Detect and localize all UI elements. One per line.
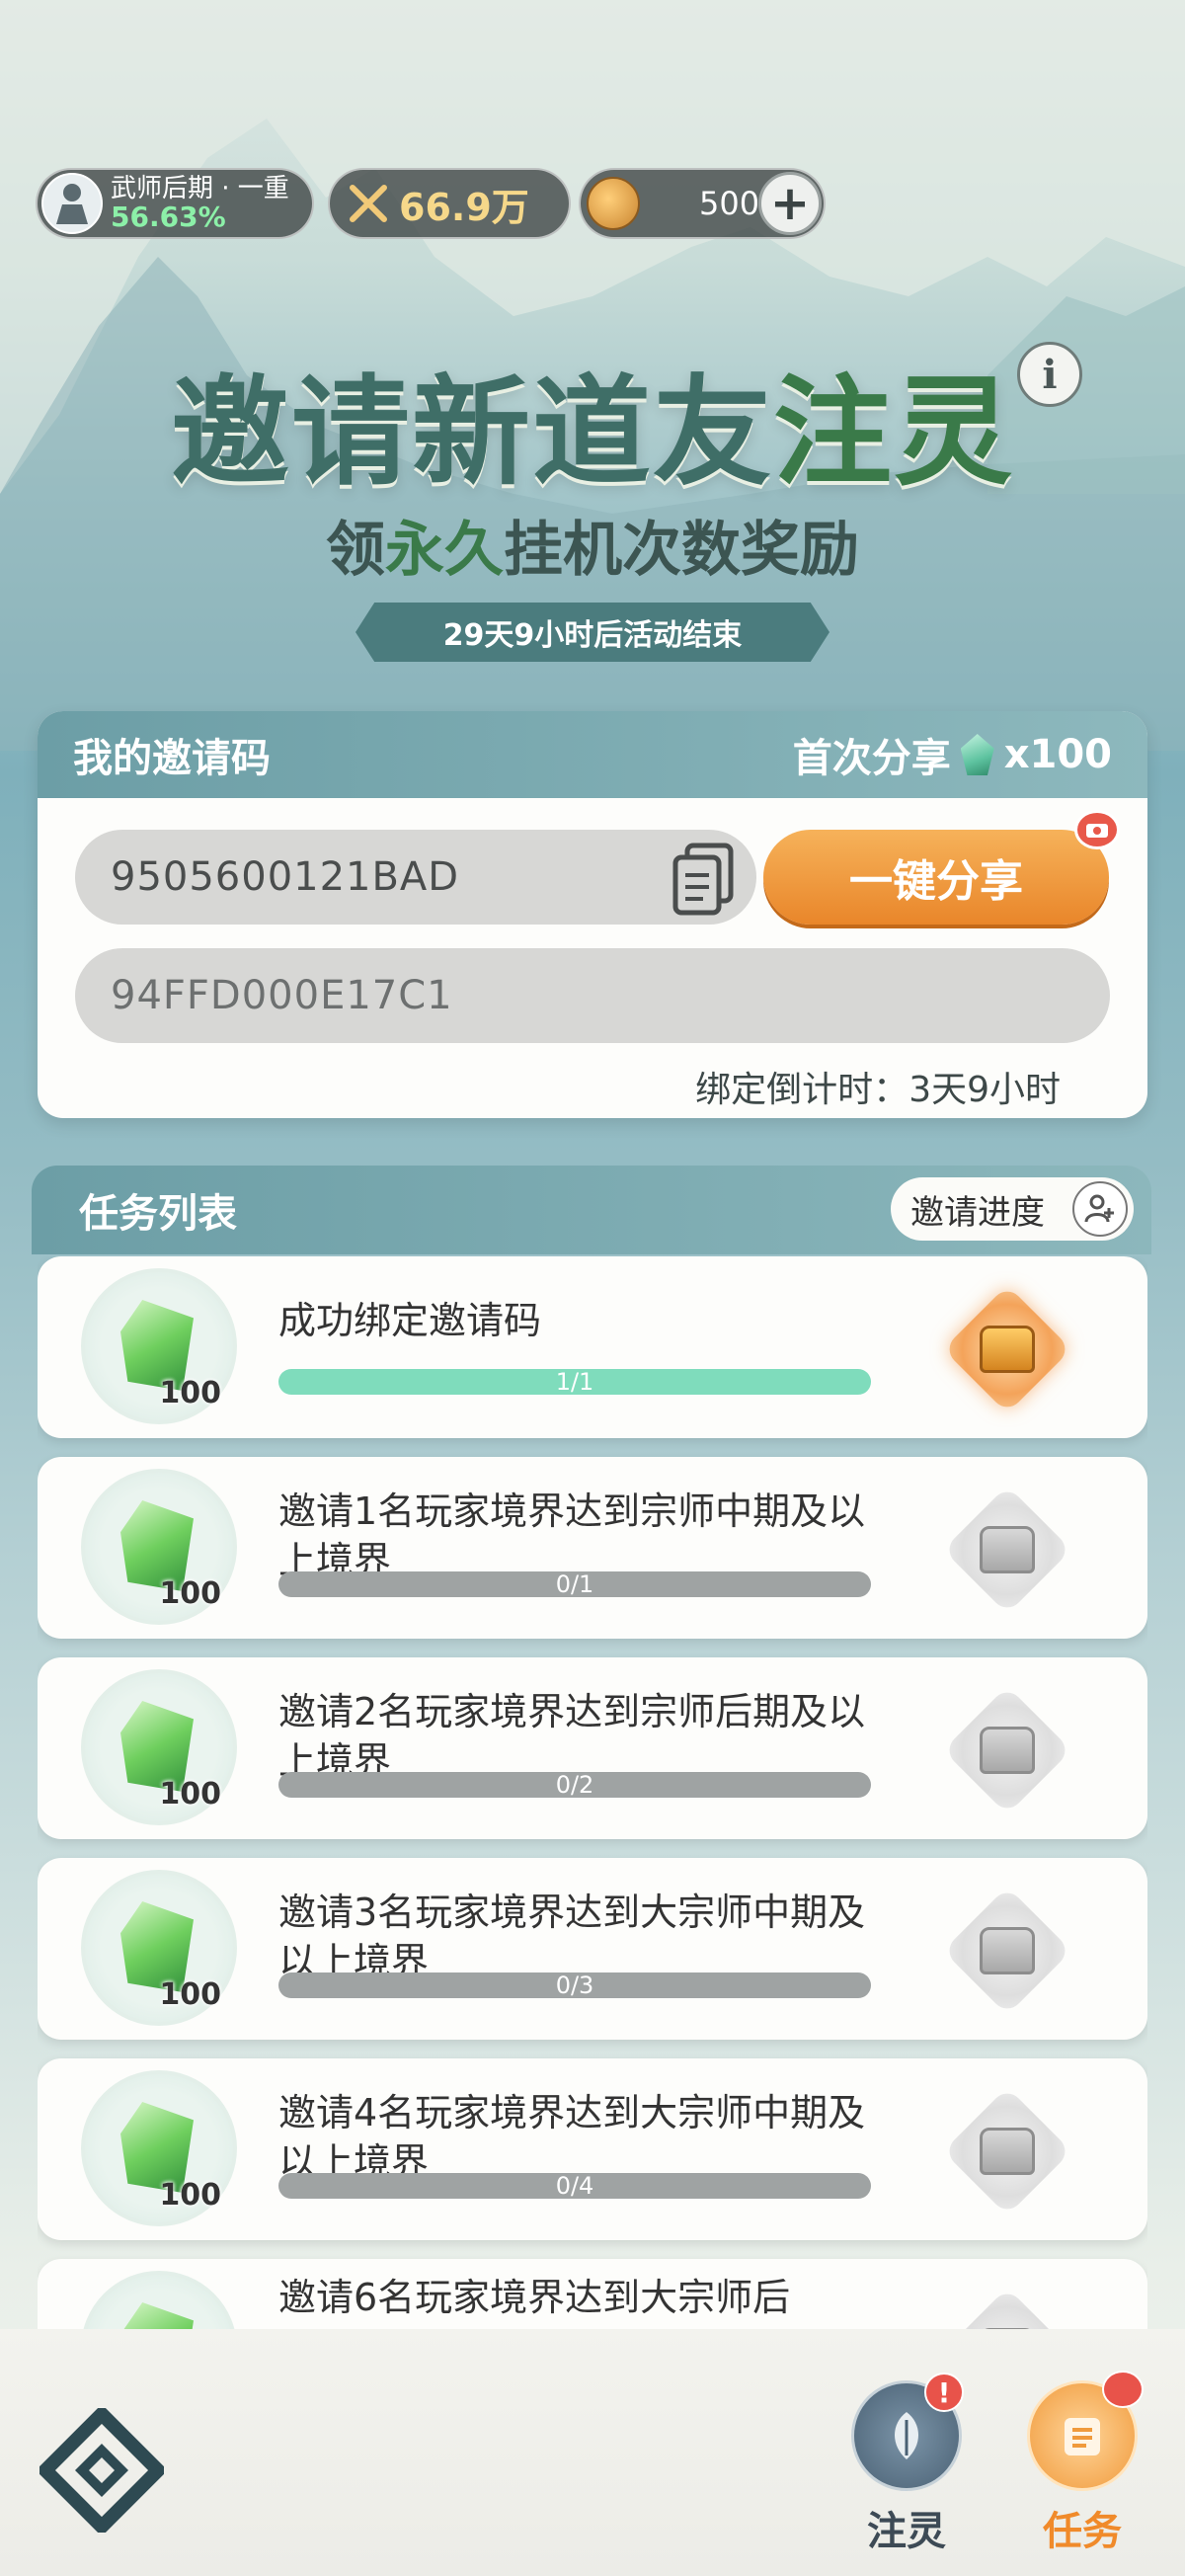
realm-progress: 56.63%	[111, 200, 226, 233]
combat-power-value: 66.9万	[399, 185, 529, 229]
crossed-swords-icon	[344, 179, 393, 228]
realm-name: 武师后期 · 一重	[111, 173, 289, 203]
task-progress-text: 0/2	[555, 1772, 594, 1798]
event-countdown: 29天9小时后活动结束	[356, 603, 830, 662]
invite-code-field: 9505600121BAD	[75, 830, 756, 925]
add-currency-button[interactable]: +	[758, 172, 822, 235]
bind-code-field[interactable]: 94FFD000E17C1	[75, 948, 1110, 1043]
task-list-header: 任务列表 邀请进度	[32, 1166, 1151, 1254]
currency-pill: 500 +	[579, 168, 826, 239]
camera-badge-icon	[1074, 810, 1120, 849]
bind-countdown: 绑定倒计时：3天9小时	[695, 1061, 1061, 1112]
add-user-icon	[1072, 1181, 1128, 1237]
status-bar: 武师后期 · 一重 56.63% 66.9万 500 +	[36, 168, 1151, 243]
reward-badge: 100	[81, 1268, 237, 1424]
task-card: 邀请6名玩家境界达到大宗师后	[38, 2259, 1147, 2329]
task-title: 邀请4名玩家境界达到大宗师中期及以上境界	[278, 2091, 866, 2184]
bottom-nav: ! 注灵 任务	[0, 2329, 1185, 2576]
task-card: 100 邀请3名玩家境界达到大宗师中期及以上境界 0/3	[38, 1858, 1147, 2040]
banner-subtitle: 领永久挂机次数奖励	[0, 502, 1185, 588]
reward-amount: 100	[159, 1777, 221, 1811]
banner-title: 邀请新道友注灵	[0, 336, 1185, 508]
invite-progress-label: 邀请进度	[910, 1192, 1045, 1233]
task-card: 100 邀请4名玩家境界达到大宗师中期及以上境界 0/4	[38, 2058, 1147, 2240]
info-icon: i	[1042, 351, 1058, 398]
game-logo-icon[interactable]	[36, 2404, 168, 2536]
task-progress-bar: 0/4	[278, 2173, 871, 2199]
plus-icon: +	[769, 176, 811, 231]
invite-panel: 我的邀请码 首次分享 x100 9505600121BAD 一键分享 94FFD…	[38, 711, 1147, 1118]
reward-badge	[81, 2271, 237, 2329]
banner-sub-accent: 永久	[385, 516, 504, 585]
treasure-chest-icon[interactable]	[942, 2086, 1072, 2216]
task-progress-text: 0/4	[555, 2173, 594, 2199]
nav-task-label: 任务	[1043, 2509, 1122, 2554]
reward-amount: 100	[159, 1977, 221, 2012]
reward-badge: 100	[81, 1870, 237, 2026]
reward-amount: 100	[159, 1576, 221, 1611]
nav-zhuling[interactable]: ! 注灵	[837, 2373, 976, 2568]
banner-title-main: 邀请新道友	[171, 364, 773, 502]
task-title: 邀请6名玩家境界达到大宗师后	[278, 2276, 791, 2319]
reward-amount: 100	[159, 1376, 221, 1410]
task-progress-bar: 0/2	[278, 1772, 871, 1798]
task-card: 100 成功绑定邀请码 1/1	[38, 1256, 1147, 1438]
treasure-chest-icon[interactable]	[942, 2287, 1072, 2329]
task-list-title: 任务列表	[79, 1191, 237, 1237]
task-progress-text: 1/1	[555, 1369, 594, 1395]
coin-value: 500	[699, 185, 760, 222]
nav-zhuling-label: 注灵	[867, 2509, 946, 2554]
reward-badge: 100	[81, 1469, 237, 1625]
bind-countdown-label: 绑定倒计时：	[695, 1070, 909, 1110]
banner-sub-after: 挂机次数奖励	[504, 516, 859, 585]
reward-badge: 100	[81, 1669, 237, 1825]
treasure-chest-icon[interactable]	[942, 1485, 1072, 1615]
coin-icon	[587, 177, 640, 230]
jade-gem-icon	[960, 734, 994, 775]
task-title: 邀请1名玩家境界达到宗师中期及以上境界	[278, 1489, 866, 1582]
jade-gem-icon	[120, 2302, 194, 2329]
task-title: 邀请3名玩家境界达到大宗师中期及以上境界	[278, 1891, 866, 1983]
invite-progress-button[interactable]: 邀请进度	[891, 1177, 1134, 1241]
realm-pill[interactable]: 武师后期 · 一重 56.63%	[36, 168, 314, 239]
task-list: 100 成功绑定邀请码 1/1 100 邀请1名玩家境界达到宗师中期及以上境界 …	[38, 1256, 1147, 2329]
task-progress-bar: 1/1	[278, 1369, 871, 1395]
combat-power-pill[interactable]: 66.9万	[328, 168, 571, 239]
first-share-label: 首次分享	[792, 736, 951, 781]
task-progress-bar: 0/3	[278, 1972, 871, 1998]
invite-panel-header: 我的邀请码 首次分享 x100	[38, 711, 1147, 798]
banner-title-accent: 注灵	[773, 364, 1014, 502]
task-title: 邀请2名玩家境界达到宗师后期及以上境界	[278, 1690, 866, 1783]
invite-header-title: 我的邀请码	[73, 736, 271, 781]
task-card: 100 邀请2名玩家境界达到宗师后期及以上境界 0/2	[38, 1657, 1147, 1839]
task-card: 100 邀请1名玩家境界达到宗师中期及以上境界 0/1	[38, 1457, 1147, 1639]
task-progress-bar: 0/1	[278, 1571, 871, 1597]
task-title: 成功绑定邀请码	[278, 1299, 542, 1342]
treasure-chest-icon[interactable]	[942, 1284, 1072, 1414]
treasure-chest-icon[interactable]	[942, 1685, 1072, 1815]
bind-countdown-value: 3天9小时	[908, 1070, 1061, 1110]
banner-sub-before: 领	[326, 516, 385, 585]
share-button[interactable]: 一键分享	[763, 830, 1109, 925]
alert-badge: !	[924, 2373, 964, 2412]
avatar	[41, 173, 103, 234]
treasure-chest-icon[interactable]	[942, 1886, 1072, 2016]
camera-badge-icon	[1102, 2371, 1144, 2408]
info-button[interactable]: i	[1017, 342, 1082, 407]
task-progress-text: 0/1	[555, 1571, 594, 1597]
nav-task[interactable]: 任务	[1013, 2371, 1151, 2568]
first-share-amount: x100	[1003, 732, 1112, 777]
copy-icon[interactable]	[670, 840, 739, 919]
reward-badge: 100	[81, 2070, 237, 2226]
first-share-reward: 首次分享 x100	[793, 726, 1112, 783]
task-progress-text: 0/3	[555, 1972, 594, 1998]
reward-amount: 100	[159, 2178, 221, 2213]
